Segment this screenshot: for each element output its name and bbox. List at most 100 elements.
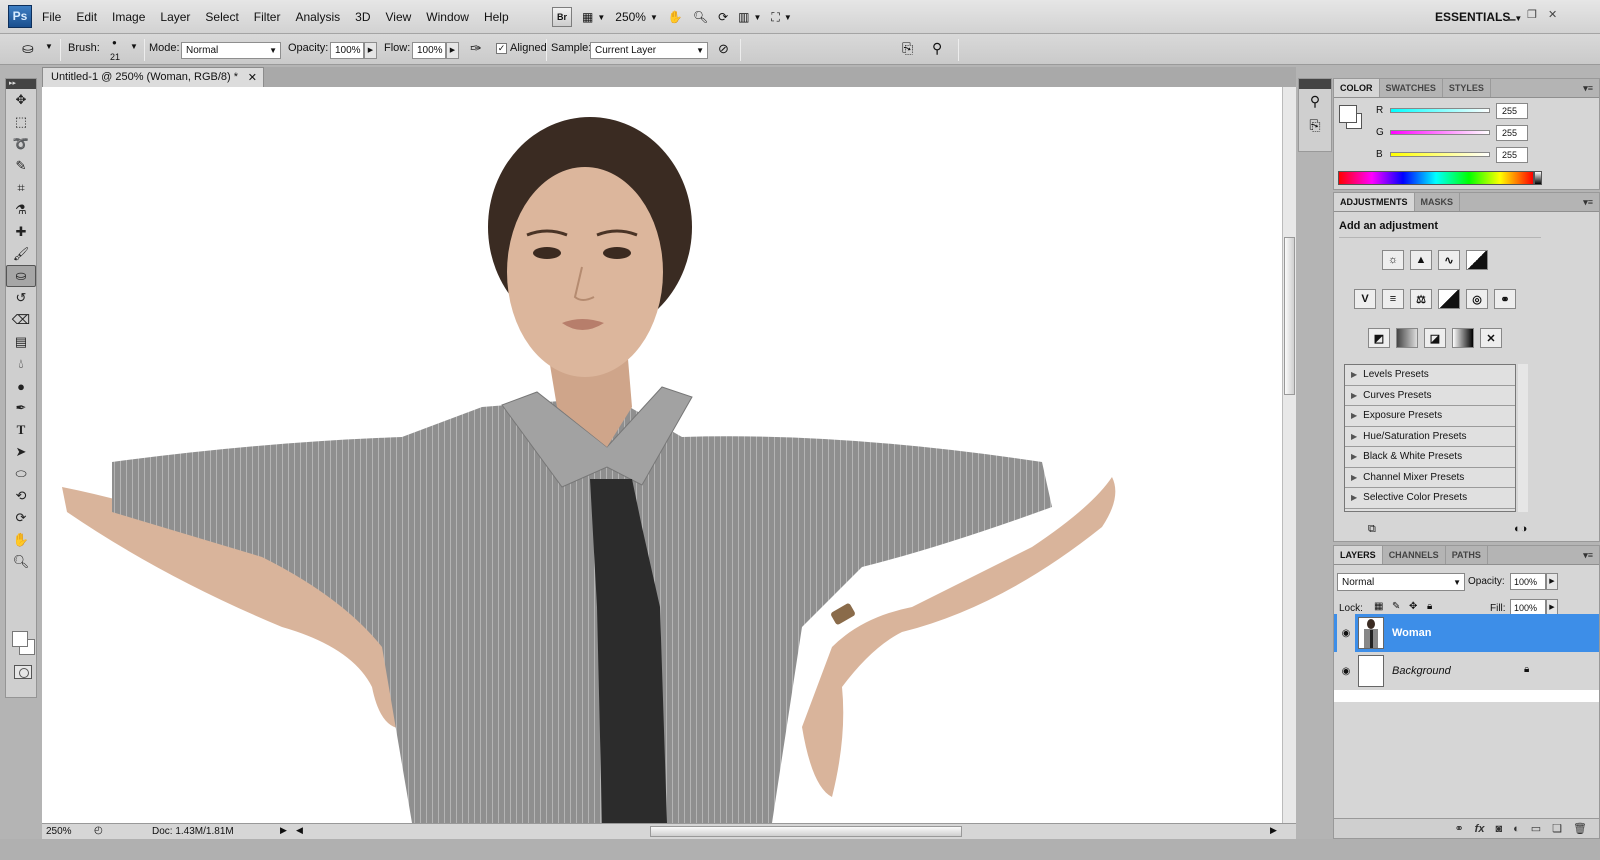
menu-image[interactable]: Image	[112, 10, 145, 24]
bridge-button[interactable]: Br	[552, 7, 572, 27]
preset-item-hue-saturation[interactable]: ▶ Hue/Saturation Presets	[1345, 427, 1515, 447]
green-track[interactable]	[1390, 130, 1490, 135]
preset-item-selective-color[interactable]: ▶ Selective Color Presets	[1345, 488, 1515, 509]
gradient-tool-icon[interactable]: ▤	[6, 331, 36, 353]
layer-opacity-slider-button[interactable]: ▶	[1546, 573, 1558, 590]
horizontal-scroll-thumb[interactable]	[650, 826, 962, 837]
scroll-left-icon[interactable]: ◀	[296, 825, 303, 836]
red-value[interactable]: 255	[1496, 103, 1528, 119]
return-to-list-icon[interactable]: ◐◑	[1514, 523, 1527, 535]
toggle-brush-panel-icon[interactable]: ⎘	[902, 40, 913, 57]
vertical-scroll-thumb[interactable]	[1284, 237, 1295, 395]
dodge-tool-icon[interactable]: ●	[6, 375, 36, 397]
history-brush-tool-icon[interactable]: ↺	[6, 287, 36, 309]
scroll-right-icon[interactable]: ▶	[1270, 825, 1277, 836]
clone-source-panel-icon[interactable]: ⎘	[1299, 113, 1331, 137]
zoom-level-dropdown[interactable]: 250% ▼	[615, 7, 658, 27]
rotate-view-button[interactable]: ⟳	[718, 7, 728, 27]
red-track[interactable]	[1390, 108, 1490, 113]
menu-filter[interactable]: Filter	[254, 10, 281, 24]
menu-analysis[interactable]: Analysis	[295, 10, 340, 24]
3d-orbit-tool-icon[interactable]: ⟳	[6, 507, 36, 529]
zoom-tool-icon[interactable]: 🔍︎	[6, 551, 36, 573]
move-tool-icon[interactable]: ✥	[6, 89, 36, 111]
path-selection-tool-icon[interactable]: ➤	[6, 441, 36, 463]
posterize-icon[interactable]	[1396, 328, 1418, 348]
threshold-icon[interactable]: ◪	[1424, 328, 1446, 348]
menu-view[interactable]: View	[385, 10, 411, 24]
black-white-ramp[interactable]	[1534, 171, 1542, 185]
menu-edit[interactable]: Edit	[76, 10, 97, 24]
preset-item-exposure[interactable]: ▶ Exposure Presets	[1345, 406, 1515, 427]
panel-menu-icon[interactable]: ▾≡	[1583, 83, 1593, 94]
new-adjustment-layer-icon[interactable]: ◐	[1513, 823, 1520, 835]
healing-brush-tool-icon[interactable]: ✚	[6, 221, 36, 243]
ignore-adjustment-layers-icon[interactable]: ⊘	[718, 41, 729, 57]
presets-scrollbar[interactable]	[1518, 364, 1528, 512]
clone-stamp-preset-icon[interactable]: ⛀	[22, 40, 34, 57]
foreground-color-swatch[interactable]	[12, 631, 28, 647]
blue-track[interactable]	[1390, 152, 1490, 157]
brush-tip-icon[interactable]: ●	[112, 38, 117, 47]
layer-row-background[interactable]: ◉ Background 🔒︎	[1334, 652, 1599, 690]
layer-row-woman[interactable]: ◉ Woman	[1334, 614, 1599, 652]
zoom-tool-button[interactable]: 🔍︎	[693, 7, 708, 27]
view-extras-button[interactable]: ▦ ▼	[582, 7, 605, 27]
brush-tool-icon[interactable]: 🖌︎	[6, 243, 36, 265]
preset-item-levels[interactable]: ▶ Levels Presets	[1345, 365, 1515, 386]
screen-mode-button[interactable]: ⛶ ▼	[771, 7, 791, 27]
brightness-contrast-icon[interactable]: ☼	[1382, 250, 1404, 270]
quick-selection-tool-icon[interactable]: ✎	[6, 155, 36, 177]
blur-tool-icon[interactable]: 💧︎	[6, 353, 36, 375]
clip-to-layer-icon[interactable]: ⧉	[1368, 523, 1376, 536]
sample-select[interactable]: Current Layer ▼	[590, 42, 708, 59]
status-zoom[interactable]: 250%	[46, 826, 72, 837]
hand-tool-icon[interactable]: ✋	[6, 529, 36, 551]
panel-menu-icon[interactable]: ▾≡	[1583, 197, 1593, 208]
panel-grip[interactable]: ▸▸	[6, 79, 36, 89]
status-menu-arrow-icon[interactable]: ▶	[280, 825, 287, 836]
blue-value[interactable]: 255	[1496, 147, 1528, 163]
tab-styles[interactable]: STYLES	[1443, 79, 1491, 97]
levels-icon[interactable]: ▲	[1410, 250, 1432, 270]
lock-transparency-icon[interactable]: ▦	[1374, 601, 1383, 612]
close-window-icon[interactable]: ✕	[1548, 8, 1557, 21]
color-spectrum-bar[interactable]	[1338, 171, 1534, 185]
arrange-documents-button[interactable]: ▥ ▼	[738, 7, 761, 27]
lasso-tool-icon[interactable]: ➰	[6, 133, 36, 155]
menu-select[interactable]: Select	[205, 10, 238, 24]
menu-help[interactable]: Help	[484, 10, 509, 24]
opacity-field[interactable]: 100%	[330, 42, 364, 59]
panel-grip[interactable]	[1299, 79, 1331, 89]
vibrance-icon[interactable]: V	[1354, 289, 1376, 309]
chevron-down-icon[interactable]: ▼	[130, 42, 138, 51]
brush-size[interactable]: 21	[110, 52, 120, 62]
layer-name[interactable]: Woman	[1392, 627, 1432, 639]
document-tab[interactable]: Untitled-1 @ 250% (Woman, RGB/8) * ✕	[42, 67, 264, 87]
flow-field[interactable]: 100%	[412, 42, 446, 59]
green-value[interactable]: 255	[1496, 125, 1528, 141]
tab-layers[interactable]: LAYERS	[1334, 546, 1383, 564]
toggle-clone-source-panel-icon[interactable]: ⚲	[932, 40, 942, 57]
airbrush-icon[interactable]: ✑	[470, 40, 482, 57]
flow-slider-button[interactable]: ▶	[446, 42, 459, 59]
layer-name[interactable]: Background	[1392, 665, 1451, 677]
curves-icon[interactable]: ∿	[1438, 250, 1460, 270]
menu-file[interactable]: File	[42, 10, 61, 24]
hue-saturation-icon[interactable]: ≡	[1382, 289, 1404, 309]
tab-masks[interactable]: MASKS	[1415, 193, 1461, 211]
selective-color-icon[interactable]: ✕	[1480, 328, 1502, 348]
tab-paths[interactable]: PATHS	[1446, 546, 1488, 564]
menu-layer[interactable]: Layer	[160, 10, 190, 24]
hand-tool-button[interactable]: ✋	[668, 7, 683, 27]
color-balance-icon[interactable]: ⚖	[1410, 289, 1432, 309]
minimize-icon[interactable]: ▁	[1507, 8, 1515, 21]
photo-filter-icon[interactable]: ◎	[1466, 289, 1488, 309]
chevron-down-icon[interactable]: ▼	[45, 42, 53, 51]
delete-layer-icon[interactable]: 🗑︎	[1573, 822, 1587, 835]
exposure-icon[interactable]	[1466, 250, 1488, 270]
channel-mixer-icon[interactable]: ⚭	[1494, 289, 1516, 309]
lock-all-icon[interactable]: 🔒︎	[1427, 601, 1432, 612]
lock-image-icon[interactable]: ✎	[1392, 601, 1400, 612]
panel-menu-icon[interactable]: ▾≡	[1583, 550, 1593, 561]
